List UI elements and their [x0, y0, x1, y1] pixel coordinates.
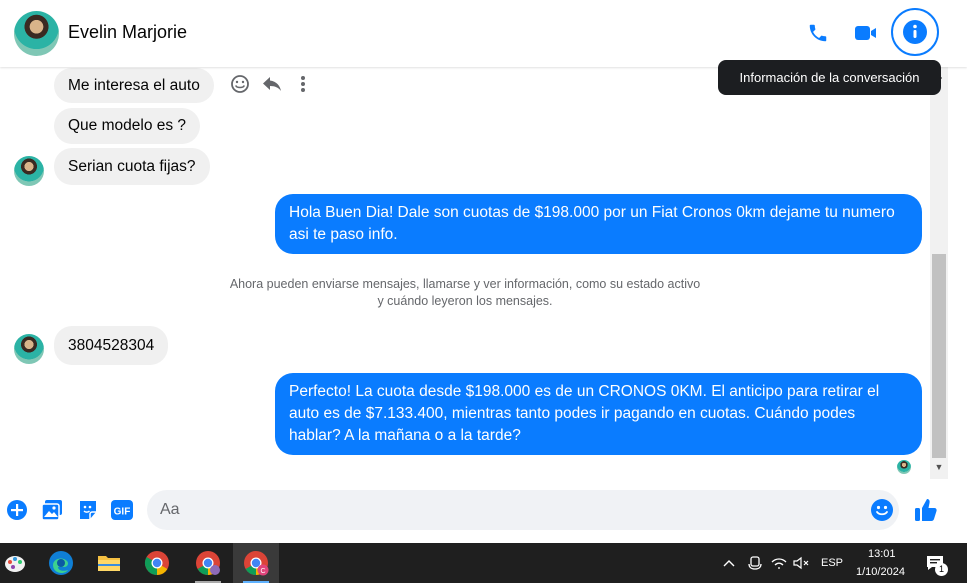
contact-avatar-small[interactable]	[14, 156, 44, 186]
notification-count-badge: 1	[935, 563, 948, 576]
info-icon	[903, 20, 927, 44]
info-tooltip: Información de la conversación	[718, 60, 941, 95]
volume-muted-icon[interactable]	[790, 543, 812, 583]
chrome-profile-icon[interactable]	[185, 543, 231, 583]
emoji-icon[interactable]	[870, 498, 894, 527]
more-options-icon[interactable]	[292, 73, 314, 95]
message-in[interactable]: 3804528304	[54, 326, 169, 365]
seen-receipt-avatar	[897, 460, 911, 474]
reply-icon[interactable]	[261, 73, 283, 95]
scroll-down-icon[interactable]: ▼	[933, 462, 945, 472]
message-in[interactable]: Me interesa el auto	[54, 68, 214, 103]
sticker-icon[interactable]	[76, 498, 100, 522]
message-list: Me interesa el auto Que modelo es ? Seri…	[0, 67, 930, 479]
message-input-placeholder: Aa	[160, 501, 180, 518]
gif-icon[interactable]: GIF	[110, 498, 134, 522]
tooltip-arrow	[936, 72, 942, 84]
profile-badge-letter: C	[260, 568, 265, 575]
message-in[interactable]: Serian cuota fijas?	[54, 148, 210, 185]
message-out[interactable]: Hola Buen Dia! Dale son cuotas de $198.0…	[275, 194, 922, 254]
file-explorer-icon[interactable]	[86, 543, 132, 583]
clock-date[interactable]: 1/10/2024	[856, 566, 905, 578]
contact-avatar[interactable]	[14, 11, 59, 56]
message-composer: GIF Aa	[0, 479, 967, 543]
notifications-icon[interactable]: 1	[922, 543, 948, 583]
message-out[interactable]: Perfecto! La cuota desde $198.000 es de …	[275, 373, 922, 455]
meet-now-icon[interactable]	[744, 543, 766, 583]
contact-avatar-small[interactable]	[14, 334, 44, 364]
video-call-icon[interactable]	[851, 18, 881, 48]
contact-name[interactable]: Evelin Marjorie	[68, 22, 187, 43]
message-input[interactable]: Aa	[147, 490, 899, 530]
paint-app-icon[interactable]	[0, 543, 30, 583]
like-thumbs-up-icon[interactable]	[913, 497, 939, 523]
gif-label: GIF	[114, 507, 131, 518]
react-icon[interactable]	[229, 73, 251, 95]
system-notice: Ahora pueden enviarse mensajes, llamarse…	[229, 277, 701, 308]
network-icon[interactable]	[768, 543, 790, 583]
edge-browser-icon[interactable]	[38, 543, 84, 583]
conversation-info-button[interactable]	[891, 8, 939, 56]
add-icon[interactable]	[5, 498, 29, 522]
chrome-profile-active-icon[interactable]: C	[233, 543, 279, 583]
windows-taskbar: C ESP 13:01 1/10/2024 1	[0, 543, 967, 583]
photo-icon[interactable]	[40, 498, 64, 522]
conversation-header: Evelin Marjorie	[0, 0, 967, 67]
message-in[interactable]: Que modelo es ?	[54, 108, 201, 144]
scrollbar-thumb[interactable]	[932, 254, 946, 458]
chevron-up-icon[interactable]	[718, 543, 740, 583]
clock-time[interactable]: 13:01	[868, 548, 896, 560]
messenger-window: Evelin Marjorie Información de la conver…	[0, 0, 967, 583]
chrome-browser-icon[interactable]	[134, 543, 180, 583]
language-indicator[interactable]: ESP	[821, 557, 843, 569]
phone-call-icon[interactable]	[803, 18, 833, 48]
